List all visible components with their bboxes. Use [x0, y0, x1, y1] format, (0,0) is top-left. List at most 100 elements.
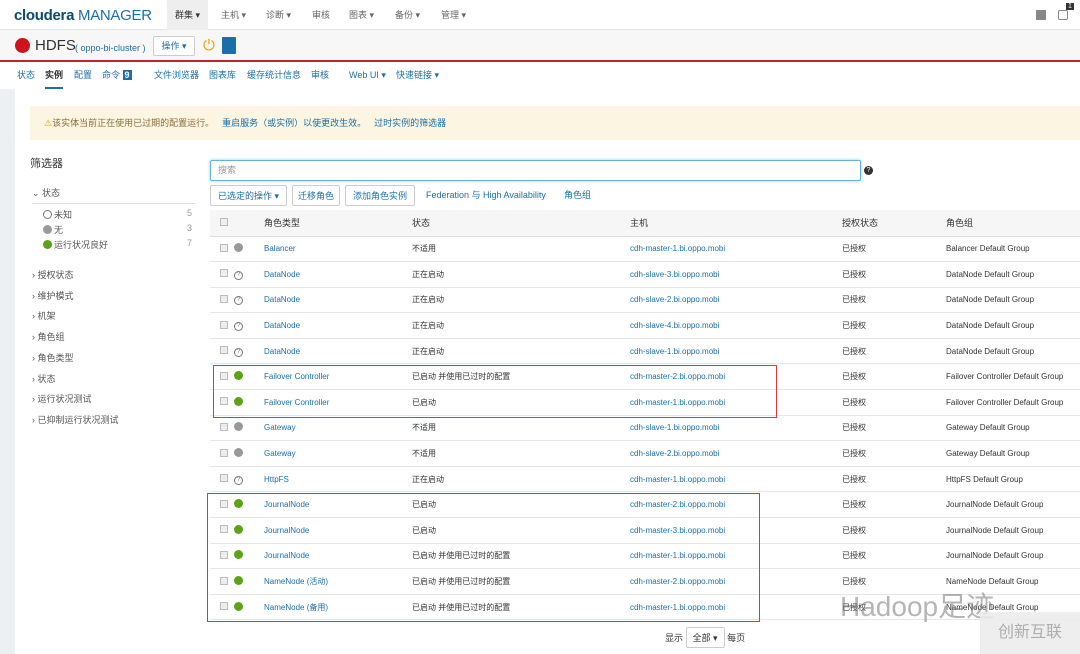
restart-link[interactable]: 重启服务（或实例）以使更改生效。: [222, 118, 366, 128]
row-checkbox[interactable]: [220, 474, 228, 483]
filter-section[interactable]: › 授权状态: [32, 268, 74, 281]
add-role-instances-button[interactable]: 添加角色实例: [345, 185, 415, 206]
auth-cell: 已授权: [842, 261, 946, 288]
filter-section[interactable]: › 运行状况测试: [32, 392, 92, 405]
role-link[interactable]: DataNode: [264, 287, 412, 314]
tab-chart-library[interactable]: 图表库: [209, 64, 236, 89]
filter-section[interactable]: › 角色类型: [32, 351, 74, 364]
menu-audits[interactable]: 审核: [304, 0, 338, 30]
role-link[interactable]: DataNode: [264, 312, 412, 339]
filter-section[interactable]: › 状态: [32, 372, 56, 385]
tab-file-browser[interactable]: 文件浏览器: [154, 64, 199, 89]
filter-section[interactable]: › 维护模式: [32, 289, 74, 302]
role-link[interactable]: HttpFS: [264, 466, 412, 493]
health-grey-icon: [234, 448, 243, 458]
menu-hosts[interactable]: 主机 ▾: [213, 0, 254, 30]
tab-commands[interactable]: 命令 9: [102, 64, 132, 89]
page-size-value: 全部: [692, 633, 711, 643]
auth-cell: 已授权: [842, 491, 946, 519]
col-host[interactable]: 主机: [630, 210, 842, 237]
tab-config[interactable]: 配置: [74, 64, 92, 89]
cloudera-logo[interactable]: cloudera MANAGER: [14, 7, 152, 24]
role-group-cell: DataNode Default Group: [946, 312, 1080, 339]
filter-section[interactable]: › 机架: [32, 309, 56, 322]
select-cell: [210, 338, 228, 365]
page-size-select[interactable]: 全部 ▾: [685, 627, 725, 648]
health-unknown-icon: ?: [234, 322, 243, 332]
role-link[interactable]: Gateway: [264, 440, 412, 467]
col-state[interactable]: 状态: [412, 210, 630, 237]
filter-section-status[interactable]: ⌄ 状态: [32, 186, 195, 204]
warning-icon: ⚠: [44, 118, 53, 128]
tab-status[interactable]: 状态: [17, 64, 35, 89]
tab-quick-links[interactable]: 快速链接 ▾: [396, 64, 439, 89]
power-icon[interactable]: ⏻: [203, 37, 215, 54]
role-link[interactable]: DataNode: [264, 338, 412, 365]
host-link[interactable]: cdh-slave-1.bi.oppo.mobi: [630, 415, 842, 442]
host-link[interactable]: cdh-master-1.bi.oppo.mobi: [630, 466, 842, 493]
filter-count: 3: [187, 223, 193, 233]
select-all-checkbox[interactable]: [220, 217, 228, 226]
row-checkbox[interactable]: [220, 346, 228, 355]
host-link[interactable]: cdh-slave-2.bi.oppo.mobi: [630, 287, 842, 314]
migrate-roles-button[interactable]: 迁移角色: [292, 185, 340, 206]
col-role-type[interactable]: 角色类型: [264, 210, 412, 237]
filter-count: 7: [187, 238, 193, 248]
stale-filter-link[interactable]: 过时实例的筛选器: [374, 118, 446, 128]
host-link[interactable]: cdh-slave-4.bi.oppo.mobi: [630, 312, 842, 339]
cluster-link[interactable]: ( oppo-bi-cluster ): [75, 43, 146, 53]
tab-instances[interactable]: 实例: [45, 64, 64, 89]
row-checkbox[interactable]: [220, 422, 228, 431]
help-icon[interactable]: ?: [864, 166, 873, 175]
host-link[interactable]: cdh-slave-2.bi.oppo.mobi: [630, 440, 842, 467]
actions-button[interactable]: 操作 ▾: [153, 36, 195, 56]
auth-cell: 已授权: [842, 466, 946, 493]
filter-good-health[interactable]: 运行状况良好: [43, 238, 108, 251]
filter-none[interactable]: 无: [43, 223, 63, 236]
host-link[interactable]: cdh-slave-3.bi.oppo.mobi: [630, 261, 842, 288]
tab-web-ui[interactable]: Web UI ▾: [349, 64, 386, 89]
filter-section[interactable]: › 角色组: [32, 330, 65, 343]
host-link[interactable]: cdh-slave-1.bi.oppo.mobi: [630, 338, 842, 365]
selected-actions-button[interactable]: 已选定的操作 ▾: [210, 185, 287, 206]
bell-icon[interactable]: [1058, 10, 1068, 20]
row-checkbox[interactable]: [220, 294, 228, 303]
role-group-cell: DataNode Default Group: [946, 287, 1080, 314]
state-cell: 正在启动: [412, 287, 630, 314]
parcel-icon[interactable]: [1036, 10, 1046, 20]
tab-audits[interactable]: 审核: [311, 64, 329, 89]
col-role-group[interactable]: 角色组: [946, 210, 1080, 237]
row-checkbox[interactable]: [220, 243, 228, 252]
tab-cache-stats[interactable]: 缓存统计信息: [247, 64, 301, 89]
warning-text: 该实体当前正在使用已过期的配置运行。: [52, 118, 215, 128]
export-icon[interactable]: [222, 37, 236, 54]
row-checkbox[interactable]: [220, 320, 228, 329]
filter-section[interactable]: › 已抑制运行状况测试: [32, 413, 119, 426]
menu-diagnostics[interactable]: 诊断 ▾: [258, 0, 299, 30]
menu-backup[interactable]: 备份 ▾: [387, 0, 428, 30]
select-cell: [210, 287, 228, 314]
search-input[interactable]: 搜索: [210, 160, 861, 181]
federation-ha-link[interactable]: Federation 与 High Availability: [426, 185, 546, 206]
filter-section-label: 授权状态: [37, 270, 74, 280]
role-link[interactable]: DataNode: [264, 261, 412, 288]
role-groups-link[interactable]: 角色组: [564, 185, 591, 206]
role-group-cell: DataNode Default Group: [946, 261, 1080, 288]
filter-label: 未知: [54, 210, 73, 220]
host-link[interactable]: cdh-master-1.bi.oppo.mobi: [630, 236, 842, 263]
menu-clusters[interactable]: 群集 ▾: [167, 0, 209, 30]
menu-charts[interactable]: 图表 ▾: [341, 0, 382, 30]
row-checkbox[interactable]: [220, 269, 228, 278]
role-link[interactable]: Balancer: [264, 236, 412, 263]
state-cell: 不适用: [412, 415, 630, 442]
logo-text: cloudera: [14, 7, 75, 24]
role-group-cell: JournalNode Default Group: [946, 543, 1080, 570]
menu-admin[interactable]: 管理 ▾: [433, 0, 474, 30]
role-link[interactable]: Gateway: [264, 415, 412, 442]
row-checkbox[interactable]: [220, 448, 228, 457]
filter-section-label: 运行状况测试: [37, 394, 92, 405]
col-auth[interactable]: 授权状态: [842, 210, 946, 237]
filter-section-label: 已抑制运行状况测试: [37, 414, 119, 425]
auth-cell: 已授权: [842, 517, 946, 544]
filter-unknown[interactable]: 未知: [43, 208, 72, 221]
